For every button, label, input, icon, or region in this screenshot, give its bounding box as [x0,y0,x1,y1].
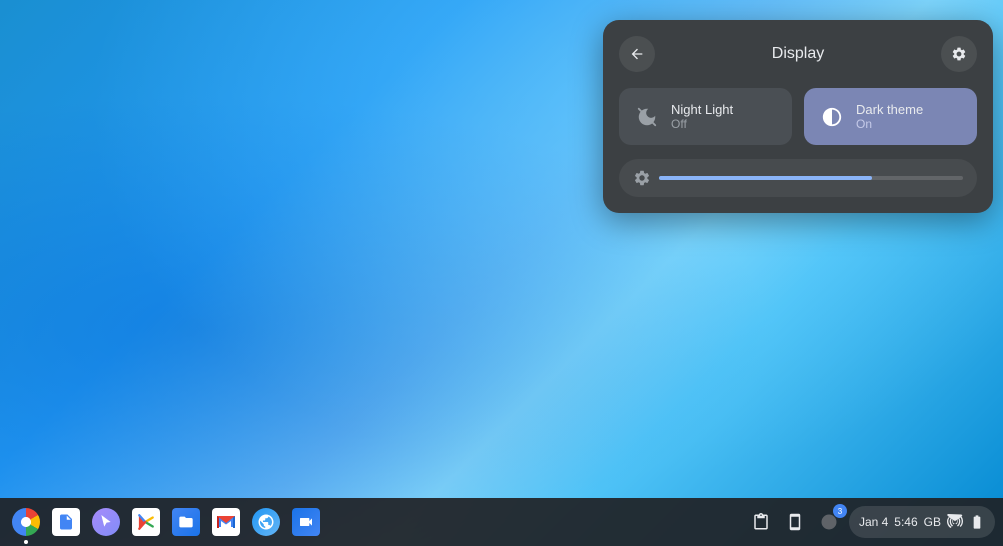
taskbar-app-files[interactable] [168,504,204,540]
brightness-icon [633,169,651,187]
date-label: Jan 4 [859,515,888,529]
display-panel: Display Night Light Off [603,20,993,213]
brightness-fill [659,176,872,180]
panel-header: Display [619,36,977,72]
brightness-slider[interactable] [659,176,963,180]
dark-theme-status: On [856,117,923,131]
storage-label: GB [924,515,941,529]
taskbar-app-cursor[interactable] [88,504,124,540]
desktop: Display Night Light Off [0,0,1003,546]
dark-theme-icon [820,105,844,129]
duo-icon [292,508,320,536]
docs-icon [52,508,80,536]
time-label: 5:46 [894,515,917,529]
files-icon [172,508,200,536]
taskbar-app-chrome[interactable] [8,504,44,540]
battery-icon [969,514,985,530]
night-light-card[interactable]: Night Light Off [619,88,792,145]
dark-theme-label: Dark theme [856,102,923,117]
gmail-icon [212,508,240,536]
chrome-icon [12,508,40,536]
panel-settings-button[interactable] [941,36,977,72]
taskbar-status-pill[interactable]: Jan 4 5:46 GB [849,506,995,538]
taskbar-right: 3 Jan 4 5:46 GB [747,506,995,538]
taskbar-app-play[interactable] [128,504,164,540]
dark-theme-card[interactable]: Dark theme On [804,88,977,145]
brightness-row[interactable] [619,159,977,197]
taskbar-app-docs[interactable] [48,504,84,540]
back-button[interactable] [619,36,655,72]
taskbar-apps [8,504,324,540]
wifi-icon [947,514,963,530]
cursor-icon [92,508,120,536]
panel-title: Display [772,45,824,63]
play-icon [132,508,160,536]
night-light-text: Night Light Off [671,102,733,131]
taskbar-app-gmail[interactable] [208,504,244,540]
night-light-status: Off [671,117,733,131]
taskbar-app-duo[interactable] [288,504,324,540]
toggle-cards: Night Light Off Dark theme On [619,88,977,145]
phone-icon[interactable] [781,508,809,536]
mic-badge-container[interactable]: 3 [815,508,843,536]
notification-badge: 3 [833,504,847,518]
taskbar: 3 Jan 4 5:46 GB [0,498,1003,546]
clipboard-icon[interactable] [747,508,775,536]
night-light-off-icon [635,105,659,129]
taskbar-app-browser[interactable] [248,504,284,540]
safari-icon [252,508,280,536]
dark-theme-text: Dark theme On [856,102,923,131]
night-light-label: Night Light [671,102,733,117]
